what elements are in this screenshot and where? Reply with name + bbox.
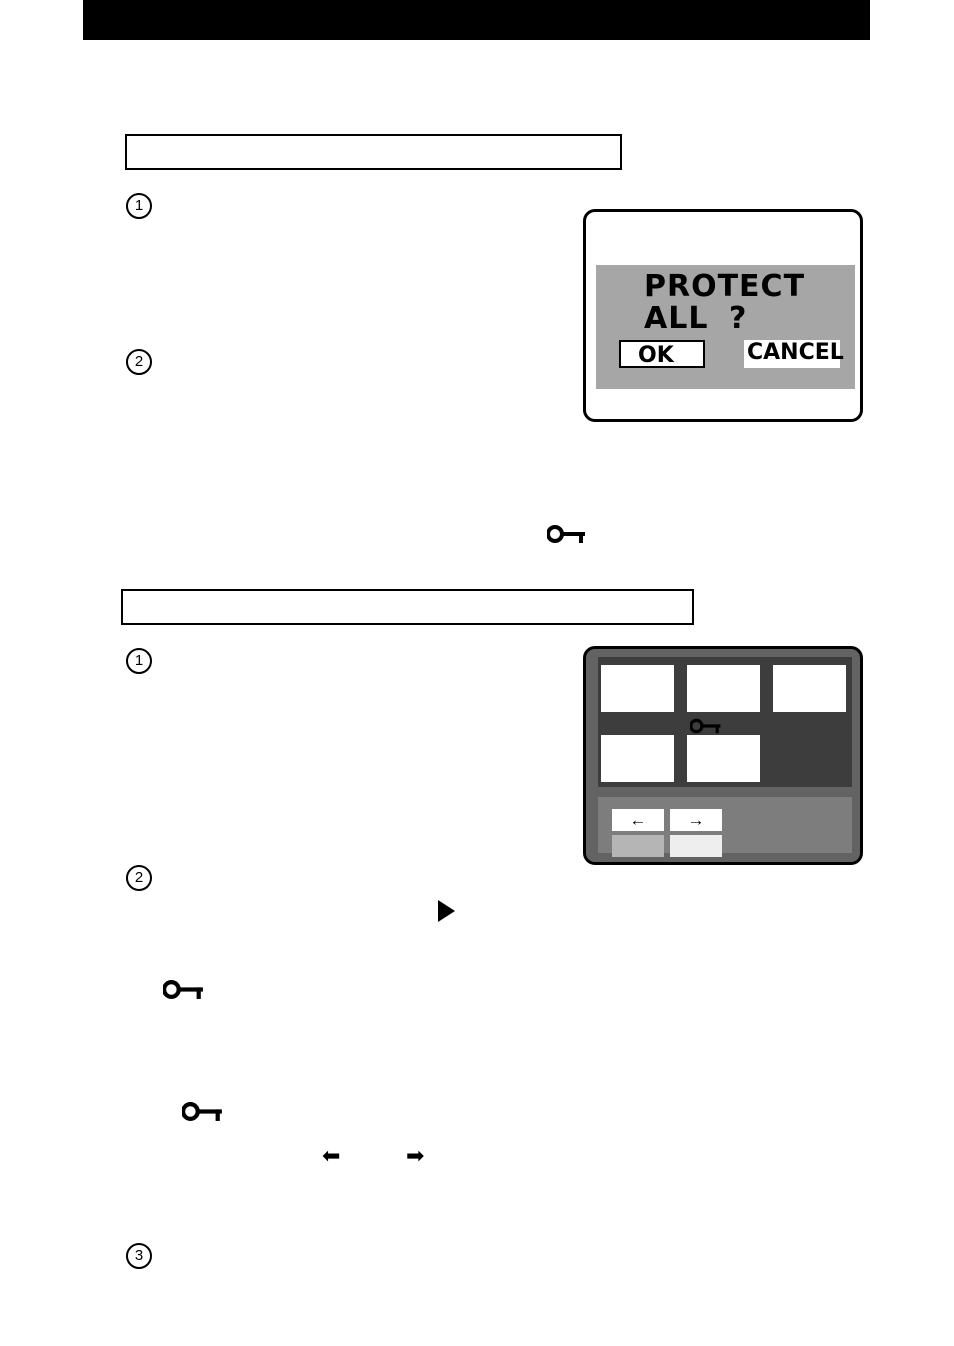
- index-next-button[interactable]: →: [670, 809, 722, 831]
- lcd-line-all: ALL: [644, 301, 709, 336]
- left-arrow-icon: ←: [629, 810, 647, 830]
- index-button-4[interactable]: [670, 835, 722, 857]
- step-number-1-section1: 1: [126, 193, 152, 219]
- key-icon: [547, 524, 587, 544]
- index-screen-illustration: ← →: [583, 646, 863, 865]
- step-number-2-section2: 2: [126, 865, 152, 891]
- index-prev-button[interactable]: ←: [612, 809, 664, 831]
- lcd-dialog-illustration: PROTECT ALL ? OK CANCEL: [583, 209, 863, 422]
- lcd-line-protect: PROTECT: [644, 269, 806, 304]
- lcd-question-mark: ?: [729, 301, 748, 336]
- step-number-1-section2: 1: [126, 648, 152, 674]
- index-control-bar: ← →: [598, 797, 852, 857]
- lcd-screen: PROTECT ALL ? OK CANCEL: [596, 265, 855, 389]
- right-arrow-icon: →: [687, 810, 705, 830]
- key-icon: [182, 1101, 224, 1122]
- section-title-box-protect-all: [125, 134, 622, 170]
- step-number-2-section1: 2: [126, 349, 152, 375]
- step-number-3-section2: 3: [126, 1243, 152, 1269]
- thumbnail-1[interactable]: [601, 665, 674, 712]
- page-header-bar: [83, 0, 870, 40]
- lcd-ok-label: OK: [638, 343, 674, 368]
- play-triangle-icon: [438, 900, 455, 922]
- thumbnail-5[interactable]: [687, 735, 760, 782]
- left-arrow-icon: ⬅: [322, 1144, 341, 1169]
- key-icon: [163, 979, 205, 1000]
- key-icon: [689, 718, 722, 739]
- lcd-ok-button[interactable]: OK: [619, 340, 705, 368]
- lcd-cancel-button[interactable]: CANCEL: [744, 340, 844, 368]
- thumbnail-4[interactable]: [601, 735, 674, 782]
- index-thumbnail-area: [598, 657, 852, 787]
- section-title-box-protect-selected: [121, 589, 694, 625]
- right-arrow-icon: ➡: [406, 1144, 425, 1169]
- lcd-cancel-label: CANCEL: [747, 340, 844, 365]
- index-screen-inner: ← →: [598, 657, 852, 857]
- index-button-3[interactable]: [612, 835, 664, 857]
- thumbnail-2[interactable]: [687, 665, 760, 712]
- thumbnail-3[interactable]: [773, 665, 846, 712]
